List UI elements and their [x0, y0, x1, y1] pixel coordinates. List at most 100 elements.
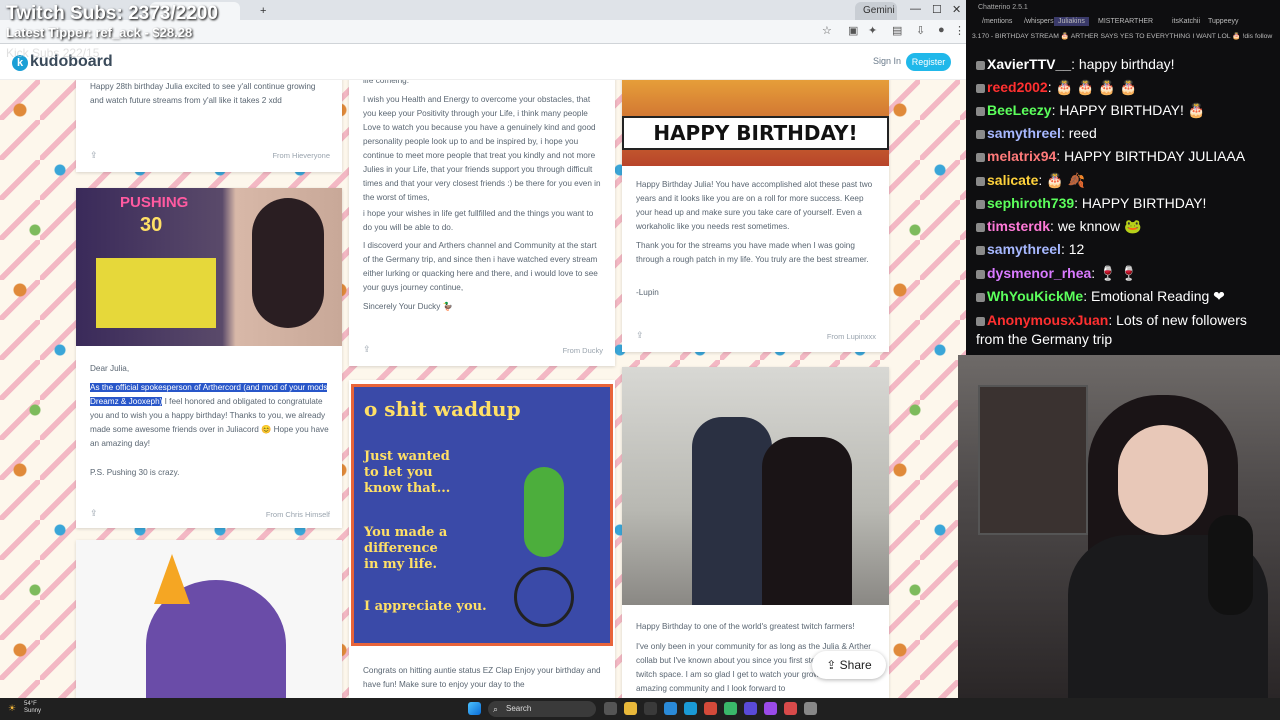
download-icon[interactable]: ⇩	[916, 24, 925, 37]
chat-message: BeeLeezy: HAPPY BIRTHDAY! 🎂	[976, 101, 1276, 120]
chat-separator: :	[1050, 218, 1058, 234]
meme-text-1: Just wanted to let you know that...	[364, 449, 451, 496]
user-badge-icon	[976, 152, 985, 162]
chrome-icon[interactable]	[704, 702, 717, 715]
post-text: As the official spokesperson of Artherco…	[90, 381, 330, 451]
user-badge-icon	[976, 60, 985, 70]
chat-app-title: Chatterino 2.5.1	[978, 4, 1028, 11]
chat-separator: :	[1091, 265, 1100, 281]
post-card	[76, 540, 342, 698]
star-icon[interactable]: ☆	[822, 24, 832, 37]
chat-separator: :	[1060, 241, 1069, 257]
chat-separator: :	[1056, 148, 1065, 164]
chat-username[interactable]: samythreel	[987, 125, 1061, 141]
chat-username[interactable]: sephiroth739	[987, 195, 1074, 211]
chat-text: we knnow 🐸	[1057, 218, 1142, 234]
chat-separator: :	[1047, 79, 1056, 95]
chat-tab[interactable]: /mentions	[978, 17, 1016, 26]
chat-username[interactable]: WhYouKickMe	[987, 288, 1083, 304]
post-text: life comeing.	[363, 80, 409, 85]
chat-message: samythreel: 12	[976, 240, 1276, 259]
app-icon[interactable]	[664, 702, 677, 715]
user-badge-icon	[976, 245, 985, 255]
chat-username[interactable]: timsterdk	[987, 218, 1050, 234]
edge-icon[interactable]	[684, 702, 697, 715]
post-photo	[622, 367, 889, 605]
chat-username[interactable]: salicate	[987, 172, 1038, 188]
chat-tab[interactable]: MISTERARTHER	[1094, 17, 1157, 26]
profile-icon[interactable]: ●	[938, 24, 945, 36]
tab-gemini[interactable]: Gemini	[855, 2, 897, 20]
extension-icon[interactable]: ▣	[848, 24, 858, 37]
chat-separator: :	[1074, 195, 1082, 211]
chat-message: XavierTTV__: happy birthday!	[976, 55, 1276, 74]
post-text: I discoverd your and Arthers channel and…	[363, 241, 598, 292]
post-greeting: Dear Julia,	[90, 364, 130, 373]
minimize-icon[interactable]: —	[910, 3, 921, 15]
webcam-feed	[958, 355, 1280, 698]
discord-icon[interactable]	[744, 702, 757, 715]
chat-username[interactable]: reed2002	[987, 79, 1048, 95]
chat-username[interactable]: melatrix94	[987, 148, 1056, 164]
windows-taskbar: ☀ 54°F Sunny ⌕ Search	[0, 698, 1280, 720]
chat-username[interactable]: dysmenor_rhea	[987, 265, 1091, 281]
post-author: From Chris Himself	[265, 510, 330, 519]
chat-tab[interactable]: Tuppeeyy	[1204, 17, 1242, 26]
chat-username[interactable]: samythreel	[987, 241, 1061, 257]
file-explorer-icon[interactable]	[624, 702, 637, 715]
site-header: k kudoboard Sign In Register	[0, 44, 966, 80]
chat-text: 12	[1068, 241, 1085, 257]
chat-separator: :	[1060, 125, 1069, 141]
taskbar-search[interactable]: ⌕ Search	[488, 701, 596, 717]
banner-text: HAPPY BIRTHDAY!	[622, 116, 889, 150]
streamer-face	[1118, 425, 1208, 535]
puzzle-icon[interactable]: ✦	[868, 24, 877, 37]
chat-tab[interactable]: Juliakins	[1054, 17, 1089, 26]
post-text: Happy 28th birthday Julia excited to see…	[90, 82, 316, 105]
kudoboard-canvas: Happy 28th birthday Julia excited to see…	[0, 80, 966, 698]
user-badge-icon	[976, 129, 985, 139]
sidebar-icon[interactable]: ▤	[892, 24, 902, 37]
obs-icon[interactable]	[784, 702, 797, 715]
share-button[interactable]: ⇪ Share	[812, 651, 886, 679]
chat-username[interactable]: BeeLeezy	[987, 102, 1052, 118]
share-icon[interactable]: ⇪	[363, 344, 371, 355]
post-card: Happy 28th birthday Julia excited to see…	[76, 80, 342, 172]
microphone	[1208, 515, 1253, 615]
photo-caption-number: 30	[140, 214, 163, 236]
start-icon[interactable]	[468, 702, 481, 715]
chat-message: dysmenor_rhea: 🍷 🍷	[976, 264, 1276, 283]
app-icon[interactable]	[724, 702, 737, 715]
user-badge-icon	[976, 106, 985, 116]
register-button[interactable]: Register	[906, 53, 951, 71]
meme-image: o shit waddup Just wanted to let you know …	[351, 384, 613, 646]
chat-message: sephiroth739: HAPPY BIRTHDAY!	[976, 194, 1276, 213]
maximize-icon[interactable]: ☐	[932, 3, 942, 16]
search-icon: ⌕	[493, 704, 499, 714]
meme-text-3: I appreciate you.	[364, 599, 487, 614]
chat-tab[interactable]: itsKatchii	[1168, 17, 1204, 26]
store-icon[interactable]	[644, 702, 657, 715]
user-badge-icon	[976, 222, 985, 232]
background-shelf	[978, 385, 1088, 535]
post-text: Congrats on hitting auntie status EZ Cla…	[363, 666, 601, 689]
twitch-icon[interactable]	[764, 702, 777, 715]
app-icon[interactable]	[804, 702, 817, 715]
share-icon[interactable]: ⇪	[90, 150, 98, 161]
share-icon[interactable]: ⇪	[90, 508, 98, 519]
person-2	[762, 437, 852, 605]
menu-icon[interactable]: ⋮	[954, 24, 965, 37]
share-icon[interactable]: ⇪	[636, 330, 644, 341]
close-icon[interactable]: ✕	[952, 3, 961, 16]
weather-widget[interactable]: 54°F Sunny	[24, 701, 41, 715]
chat-username[interactable]: XavierTTV__	[987, 56, 1071, 72]
post-signoff: Sincerely Your Ducky 🦆	[363, 302, 453, 311]
chat-text: HAPPY BIRTHDAY!	[1081, 195, 1207, 211]
chat-message: reed2002: 🎂 🎂 🎂 🎂	[976, 78, 1276, 97]
chat-username[interactable]: AnonymousxJuan	[987, 312, 1108, 328]
chat-tab[interactable]: /whispers	[1020, 17, 1058, 26]
new-tab-icon[interactable]: +	[252, 2, 272, 20]
sign-in-link[interactable]: Sign In	[873, 56, 901, 66]
task-view-icon[interactable]	[604, 702, 617, 715]
twitch-subs-overlay: Twitch Subs: 2373/2200	[6, 3, 218, 24]
